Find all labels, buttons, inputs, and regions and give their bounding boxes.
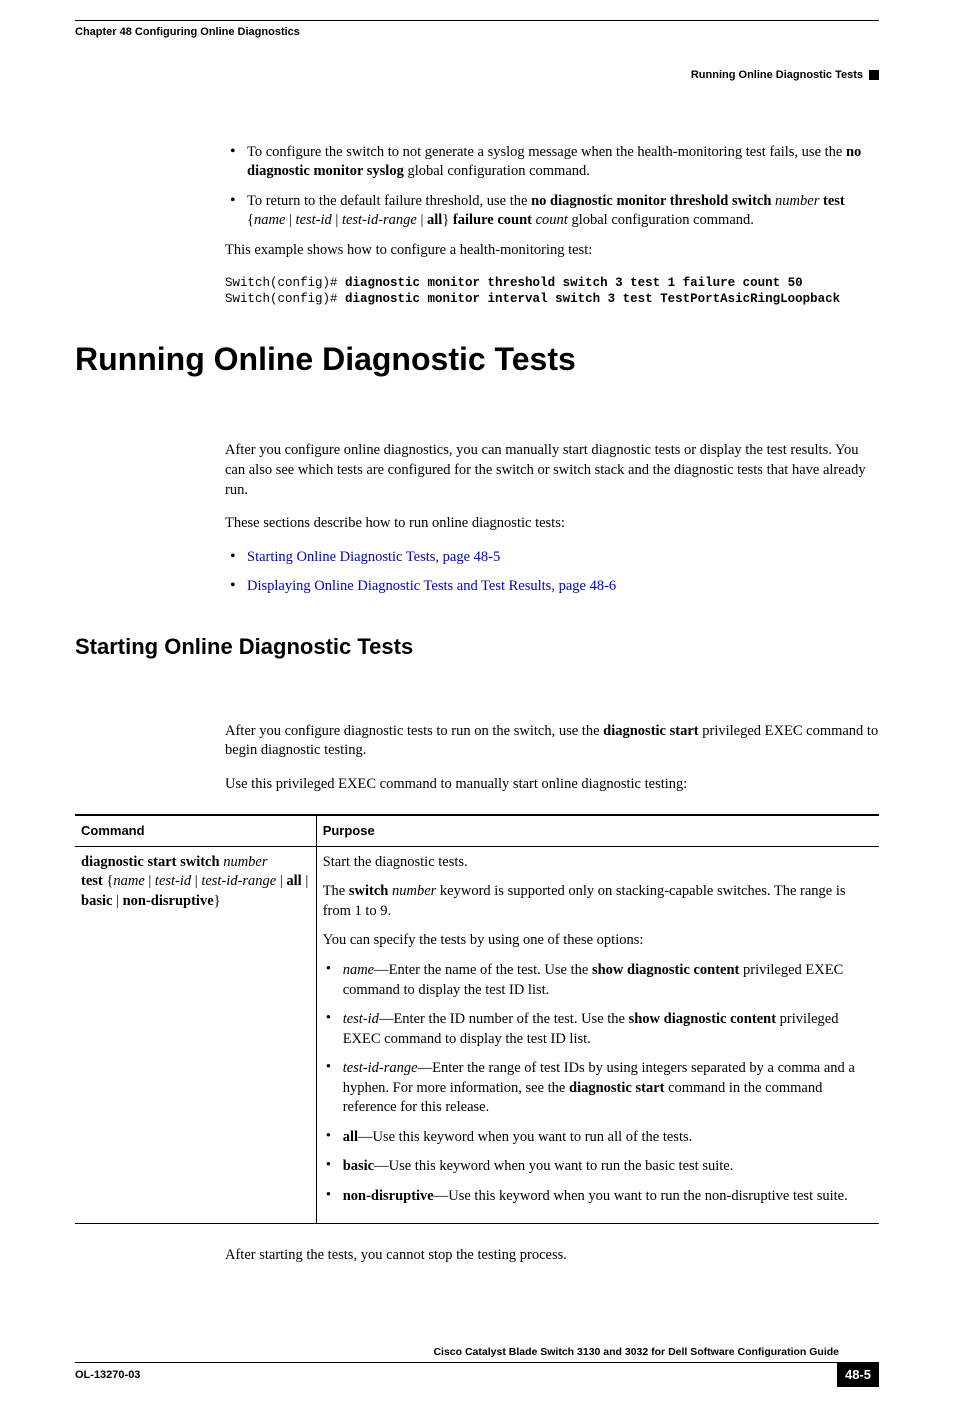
list-item: name—Enter the name of the test. Use the…: [323, 961, 873, 1000]
section-header: Running Online Diagnostic Tests: [75, 68, 879, 83]
heading-h1: Running Online Diagnostic Tests: [75, 338, 879, 381]
list-item: To return to the default failure thresho…: [225, 192, 879, 231]
col-header-purpose: Purpose: [316, 815, 879, 846]
paragraph: After you configure diagnostic tests to …: [225, 722, 879, 761]
list-item: non-disruptive—Use this keyword when you…: [323, 1187, 873, 1207]
paragraph: These sections describe how to run onlin…: [225, 514, 879, 534]
code-example: Switch(config)# diagnostic monitor thres…: [225, 275, 879, 309]
table-header-row: Command Purpose: [75, 815, 879, 846]
paragraph: After you configure online diagnostics, …: [225, 441, 879, 500]
chapter-header: Chapter 48 Configuring Online Diagnostic…: [75, 25, 879, 40]
list-item: To configure the switch to not generate …: [225, 143, 879, 182]
list-item: test-id-range—Enter the range of test ID…: [323, 1059, 873, 1118]
starting-section: After you configure diagnostic tests to …: [225, 722, 879, 795]
col-header-command: Command: [75, 815, 316, 846]
link-starting-tests[interactable]: Starting Online Diagnostic Tests, page 4…: [247, 549, 500, 565]
closing-note: After starting the tests, you cannot sto…: [225, 1246, 879, 1266]
list-item: basic—Use this keyword when you want to …: [323, 1157, 873, 1177]
purpose-p3: You can specify the tests by using one o…: [323, 931, 873, 951]
footer-docnum: OL-13270-03: [75, 1368, 140, 1383]
top-content: To configure the switch to not generate …: [225, 143, 879, 309]
purpose-options-list: name—Enter the name of the test. Use the…: [323, 961, 873, 1207]
section-label: Running Online Diagnostic Tests: [691, 68, 863, 83]
link-displaying-tests[interactable]: Displaying Online Diagnostic Tests and T…: [247, 578, 616, 594]
cell-purpose: Start the diagnostic tests. The switch n…: [316, 846, 879, 1223]
header-decoration: [869, 70, 879, 80]
chapter-label: Chapter 48 Configuring Online Diagnostic…: [75, 25, 300, 40]
config-notes-list: To configure the switch to not generate …: [225, 143, 879, 231]
heading-h2: Starting Online Diagnostic Tests: [75, 632, 879, 662]
list-item: Starting Online Diagnostic Tests, page 4…: [225, 548, 879, 568]
closing-section: After starting the tests, you cannot sto…: [225, 1246, 879, 1266]
command-table: Command Purpose diagnostic start switch …: [75, 814, 879, 1223]
purpose-p1: Start the diagnostic tests.: [323, 853, 873, 873]
running-section: After you configure online diagnostics, …: [225, 441, 879, 596]
purpose-p2: The switch number keyword is supported o…: [323, 882, 873, 921]
cell-command: diagnostic start switch number test {nam…: [75, 846, 316, 1223]
header-rule: [75, 20, 879, 21]
section-links-list: Starting Online Diagnostic Tests, page 4…: [225, 548, 879, 597]
list-item: all—Use this keyword when you want to ru…: [323, 1128, 873, 1148]
example-intro: This example shows how to configure a he…: [225, 241, 879, 261]
table-row: diagnostic start switch number test {nam…: [75, 846, 879, 1223]
footer: Cisco Catalyst Blade Switch 3130 and 303…: [75, 1345, 879, 1387]
footer-title: Cisco Catalyst Blade Switch 3130 and 303…: [75, 1345, 879, 1359]
paragraph: Use this privileged EXEC command to manu…: [225, 775, 879, 795]
list-item: Displaying Online Diagnostic Tests and T…: [225, 577, 879, 597]
list-item: test-id—Enter the ID number of the test.…: [323, 1010, 873, 1049]
page: Chapter 48 Configuring Online Diagnostic…: [0, 0, 954, 1417]
footer-pagenum: 48-5: [837, 1363, 879, 1387]
footer-bar: OL-13270-03 48-5: [75, 1362, 879, 1387]
